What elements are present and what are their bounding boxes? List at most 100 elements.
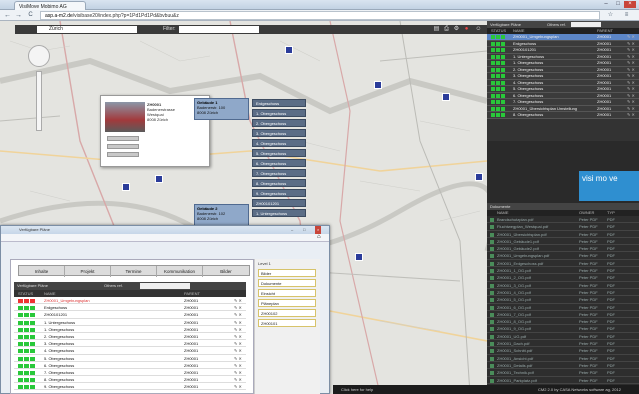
plan-row[interactable]: Erdgeschoss ZH0001 ✎ ✕ (14, 304, 246, 312)
document-row[interactable]: ZH0001_Übersichtsplan.pdf Peter PDF PDF (487, 231, 639, 238)
plan-row[interactable]: ZH00101201 ZH0001 ✎ ✕ (14, 311, 246, 319)
row-actions-icon[interactable]: ✎ ✕ (627, 73, 635, 79)
row-actions-icon[interactable]: ✎ ✕ (627, 86, 635, 92)
row-actions-icon[interactable]: ✎ ✕ (627, 54, 635, 60)
document-row[interactable]: ZH0001_2_OG.pdf Peter PDF PDF (487, 274, 639, 282)
document-row[interactable]: ZH0001_3_OG.pdf Peter PDF PDF (487, 282, 639, 289)
plan-row[interactable]: 1. Obergeschoss ZH0001 ✎ ✕ (14, 325, 246, 333)
row-actions-icon[interactable]: ✎ ✕ (627, 60, 635, 66)
user-icon[interactable]: ☺ (475, 26, 482, 33)
document-row[interactable]: Brandschutzplan.pdf Peter PDF PDF (487, 216, 639, 224)
close-icon[interactable]: × (315, 226, 322, 234)
plan-row[interactable]: 8. Obergeschoss ZH0001 ✎ ✕ (487, 112, 639, 119)
home-icon[interactable]: ⌂ (317, 234, 321, 240)
building-marker[interactable] (374, 81, 382, 89)
document-row[interactable]: ZH0001_Dach.pdf Peter PDF PDF (487, 340, 639, 348)
address-bar[interactable]: asp.a-m2.de/visibase20/index.php?p=1Pd1P… (40, 11, 600, 20)
document-row[interactable]: ZH0001_Ansicht.pdf Peter PDF PDF (487, 355, 639, 362)
minimize-icon[interactable]: – (291, 226, 293, 234)
floor-item[interactable]: 9. Obergeschoss (252, 189, 306, 197)
document-row[interactable]: ZH0001_1_OG.pdf Peter PDF PDF (487, 267, 639, 275)
row-actions-icon[interactable]: ✎ ✕ (627, 106, 635, 112)
reload-icon[interactable]: C (26, 11, 35, 20)
plan-row[interactable]: 8. Obergeschoss ZH0001 ✎ ✕ (14, 376, 246, 384)
floor-item[interactable]: 7. Obergeschoss (252, 169, 306, 177)
floor-item[interactable]: ZH00101201 (252, 199, 306, 207)
side-item[interactable]: Dokumente (258, 279, 316, 287)
side-item[interactable]: Einsicht (258, 289, 316, 297)
row-actions-icon[interactable]: ✎ ✕ (627, 41, 635, 47)
floor-item[interactable]: 6. Obergeschoss (252, 159, 306, 167)
building-marker[interactable] (475, 173, 483, 181)
menu-item-termine[interactable]: Termine (111, 266, 157, 277)
floor-item[interactable]: 4. Obergeschoss (252, 139, 306, 147)
alert-icon[interactable]: ● (463, 26, 470, 33)
document-row[interactable]: ZH0001_Erdgeschoss.pdf Peter PDF PDF (487, 260, 639, 268)
plan-row[interactable]: 3. Obergeschoss ZH0001 ✎ ✕ (14, 340, 246, 348)
menu-item-bilder[interactable]: Bilder (203, 266, 249, 277)
row-actions-icon[interactable]: ✎ ✕ (234, 311, 242, 318)
document-row[interactable]: ZH0001_Schnitt.pdf Peter PDF PDF (487, 347, 639, 355)
row-actions-icon[interactable]: ✎ ✕ (234, 383, 242, 390)
menu-icon[interactable]: ≡ (622, 11, 631, 20)
popup-button[interactable] (107, 144, 139, 149)
document-row[interactable]: ZH0001_6_OG.pdf Peter PDF PDF (487, 304, 639, 311)
row-actions-icon[interactable]: ✎ ✕ (234, 376, 242, 383)
side-item[interactable]: ZH00101 (258, 319, 316, 327)
row-actions-icon[interactable]: ✎ ✕ (234, 369, 242, 376)
document-row[interactable]: ZH0001_9_OG.pdf Peter PDF PDF (487, 325, 639, 333)
row-actions-icon[interactable]: ✎ ✕ (627, 47, 635, 53)
floor-item[interactable]: 5. Obergeschoss (252, 149, 306, 157)
document-row[interactable]: Fluchtwegplan_Westquai.pdf Peter PDF PDF (487, 223, 639, 231)
floor-item[interactable]: 1. Untergeschoss (252, 209, 306, 217)
row-actions-icon[interactable]: ✎ ✕ (234, 333, 242, 340)
plan-row[interactable]: 1. Untergeschoss ZH0001 ✎ ✕ (14, 318, 246, 326)
document-row[interactable]: ZH0001_Parkplatz.pdf Peter PDF PDF (487, 377, 639, 384)
plan-row[interactable]: ZH0001_Umgebungsplan ZH0001 ✎ ✕ (14, 297, 246, 305)
building-marker[interactable] (285, 46, 293, 54)
document-row[interactable]: ZH0001_Gebäude1.pdf Peter PDF PDF (487, 238, 639, 246)
plan-row[interactable]: 2. Obergeschoss ZH0001 ✎ ✕ (14, 332, 246, 341)
document-row[interactable]: ZH0001_5_OG.pdf Peter PDF PDF (487, 296, 639, 304)
row-actions-icon[interactable]: ✎ ✕ (234, 319, 242, 326)
document-row[interactable]: ZH0001_8_OG.pdf Peter PDF PDF (487, 318, 639, 326)
plan-row[interactable]: 4. Obergeschoss ZH0001 ✎ ✕ (14, 347, 246, 355)
others-input[interactable] (140, 283, 190, 289)
row-actions-icon[interactable]: ✎ ✕ (234, 340, 242, 347)
document-row[interactable]: ZH0001_Technik.pdf Peter PDF PDF (487, 369, 639, 377)
building-marker[interactable] (155, 175, 163, 183)
filter-input[interactable] (179, 26, 259, 33)
document-row[interactable]: ZH0001_7_OG.pdf Peter PDF PDF (487, 311, 639, 319)
forward-icon[interactable]: → (14, 11, 23, 20)
maximize-icon[interactable]: □ (612, 1, 624, 8)
building-card[interactable]: Gebäude 1 Badenerstr. 100 8008 Zürich (194, 98, 249, 120)
building-marker[interactable] (442, 93, 450, 101)
others-input[interactable] (571, 22, 601, 27)
settings-icon[interactable]: ⚙ (453, 26, 460, 33)
building-marker[interactable] (355, 253, 363, 261)
back-icon[interactable]: ← (3, 11, 12, 20)
plan-row[interactable]: 5. Obergeschoss ZH0001 ✎ ✕ (14, 354, 246, 362)
popup-button[interactable] (107, 136, 139, 141)
zoom-slider[interactable] (36, 71, 42, 131)
side-item[interactable]: Bilder (258, 269, 316, 277)
row-actions-icon[interactable]: ✎ ✕ (234, 326, 242, 333)
menu-item-kommunikation[interactable]: Kommunikation (157, 266, 203, 277)
maximize-icon[interactable]: □ (303, 226, 305, 234)
side-item[interactable]: ZH00102 (258, 309, 316, 317)
row-actions-icon[interactable]: ✎ ✕ (234, 304, 242, 311)
floor-item[interactable]: 2. Obergeschoss (252, 119, 306, 127)
floor-item[interactable]: 3. Obergeschoss (252, 129, 306, 137)
row-actions-icon[interactable]: ✎ ✕ (627, 93, 635, 99)
row-actions-icon[interactable]: ✎ ✕ (627, 112, 635, 118)
map-search-input[interactable]: Zürich (37, 26, 137, 33)
row-actions-icon[interactable]: ✎ ✕ (627, 67, 635, 73)
row-actions-icon[interactable]: ✎ ✕ (627, 34, 635, 40)
row-actions-icon[interactable]: ✎ ✕ (234, 297, 242, 304)
plan-row[interactable]: 7. Obergeschoss ZH0001 ✎ ✕ (14, 368, 246, 377)
minimize-icon[interactable]: – (600, 1, 612, 8)
document-row[interactable]: ZH0001_UG.pdf Peter PDF PDF (487, 333, 639, 341)
star-icon[interactable]: ☆ (606, 11, 615, 20)
row-actions-icon[interactable]: ✎ ✕ (234, 362, 242, 369)
document-row[interactable]: ZH0001_Details.pdf Peter PDF PDF (487, 362, 639, 370)
